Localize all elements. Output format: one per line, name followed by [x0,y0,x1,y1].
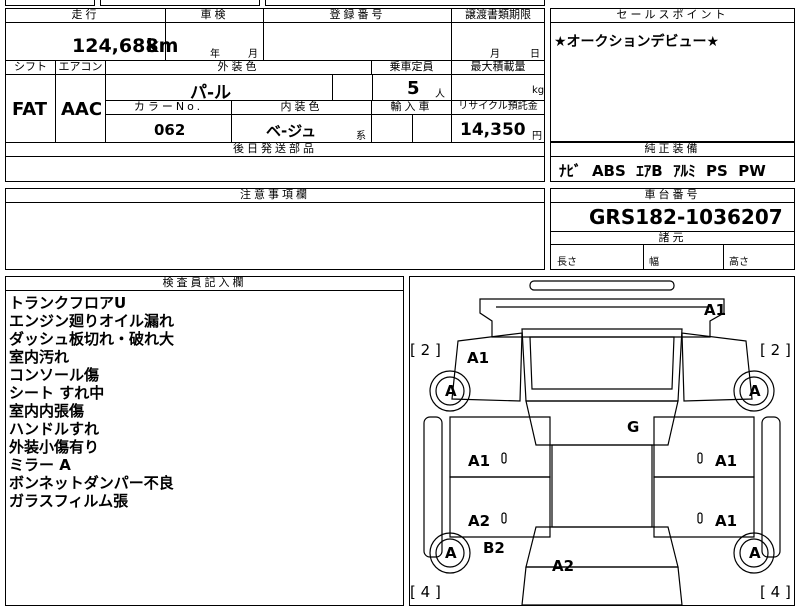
recycle-fee-cell: 14,350 円 [452,115,544,143]
factory-equipment-header: 純正装備 [551,143,794,157]
interior-color-value: ベ-ジュ [266,122,317,140]
mark-trunk: A2 [552,557,575,575]
later-parts-header: 後日発送部品 [6,143,544,157]
recycle-fee-value: 14,350 [460,120,526,140]
dimensions-row: 長さ 幅 高さ [551,245,794,269]
aircon-value: AAC [61,99,103,120]
chassis-header: 車台番号 [551,189,794,203]
shift-value: FAT [12,99,48,120]
chassis-value: GRS182-1036207 [589,205,783,229]
remark-item: ボンネットダンパー不良 [9,474,174,492]
inspection-header: 車検 [166,9,264,23]
dimension-height-label: 高さ [729,257,749,268]
factory-equipment-box: 純正装備 ﾅﾋﾞ ABS ｴｱB ｱﾙﾐ PS PW [550,142,795,182]
color-no-header: カラーNo. [106,101,232,115]
capacity-cell: 5 人 [372,75,452,101]
dimension-width-label: 幅 [649,257,659,268]
transfer-deadline-header: 譲渡書類期限 [452,9,544,23]
car-diagram-svg [423,280,781,605]
mark-wheel-front-left: A [445,382,457,400]
car-diagram-box: [ 2 ] [ 2 ] [ 4 ] [ 4 ] A1 A1 A A G A1 A… [409,276,795,606]
dimension-length-label: 長さ [557,257,577,268]
exterior-color-value: パ-ル [190,83,232,103]
transfer-deadline-cell: 月 日 [452,23,544,61]
remark-item: 室内汚れ [9,348,70,366]
color-no-value: 062 [154,121,186,139]
transfer-day-unit: 日 [530,49,540,60]
top-fragment-row [0,0,545,7]
shift-cell: FAT [6,75,56,143]
capacity-value: 5 [407,78,420,99]
remark-item: トランクフロアU [9,294,127,312]
interior-color-cell: ベ-ジュ 系 [232,115,372,143]
max-load-header: 最大積載量 [452,61,544,75]
tire-depth-rear-right: [ 4 ] [760,583,791,601]
import-car-cell [372,115,452,143]
transfer-month-unit: 月 [490,49,500,60]
remark-item: 外装小傷有り [9,438,100,456]
vehicle-info-table: 走行 車検 登録番号 譲渡書類期限 124,688 km 年 月 月 日 シフト… [5,8,545,182]
tire-depth-front-left: [ 2 ] [410,341,441,359]
registration-cell [264,23,452,61]
inspection-cell: 年 月 [166,23,264,61]
remark-item: ガラスフィルム張 [9,492,129,510]
remark-item: シート すれ中 [9,384,105,402]
remark-item: 室内内張傷 [9,402,85,420]
inspector-remarks-header: 検査員記入欄 [6,277,403,291]
registration-header: 登録番号 [264,9,452,23]
inspection-month-unit: 月 [248,49,258,60]
sales-point-text: ★オークションデビュー★ [554,34,720,50]
inspection-year-unit: 年 [210,49,220,60]
max-load-cell: kg [452,75,544,101]
recycle-fee-unit: 円 [532,131,542,142]
remark-item: ダッシュ板切れ・破れ大 [9,330,175,348]
mileage-cell: 124,688 km [6,23,178,61]
mark-wheel-front-right: A [749,382,761,400]
exterior-color-cell: パ-ル [106,75,372,103]
mark-door-rear-right: A1 [715,512,738,530]
capacity-header: 乗車定員 [372,61,452,75]
mark-fender-front-left: A1 [467,349,490,367]
shift-header: シフト [6,61,56,75]
later-parts-cell [6,157,544,181]
interior-color-suffix: 系 [356,131,366,142]
inspector-remarks-box: 検査員記入欄 トランクフロアU エンジン廻りオイル漏れ ダッシュ板切れ・破れ大 … [5,276,404,606]
dimensions-header: 諸元 [551,231,794,245]
mark-door-front-right: A1 [715,452,738,470]
tire-depth-front-right: [ 2 ] [760,341,791,359]
exterior-color-header: 外装色 [106,61,372,75]
import-car-header: 輸入車 [372,101,452,115]
mileage-header: 走行 [6,9,166,23]
mark-wheel-rear-right: A [749,544,761,562]
remark-item: ミラー A [9,456,71,474]
max-load-unit: kg [532,85,545,96]
notes-header: 注意事項欄 [6,189,544,203]
mark-bumper-front: A1 [704,301,727,319]
recycle-fee-header: リサイクル預託金 [452,101,544,115]
aircon-cell: AAC [56,75,106,143]
remark-item: エンジン廻りオイル漏れ [9,312,175,330]
chassis-box: 車台番号 GRS182-1036207 諸元 長さ 幅 高さ [550,188,795,270]
mark-door-front-left: A1 [468,452,491,470]
notes-box: 注意事項欄 [5,188,545,270]
mark-quarter-rear-left: B2 [483,539,505,557]
aircon-header: エアコン [56,61,106,75]
mark-glass: G [627,418,640,436]
interior-color-header: 内装色 [232,101,372,115]
inspector-remarks-list: トランクフロアU エンジン廻りオイル漏れ ダッシュ板切れ・破れ大 室内汚れ コン… [9,294,174,510]
mark-door-rear-left: A2 [468,512,491,530]
color-no-cell: 062 [106,115,232,143]
tire-depth-rear-left: [ 4 ] [410,583,441,601]
sales-point-header: セールスポイント [551,9,794,23]
capacity-unit: 人 [435,89,445,100]
mark-wheel-rear-left: A [445,544,457,562]
remark-item: ハンドルすれ [9,420,100,438]
factory-equipment-value: ﾅﾋﾞ ABS ｴｱB ｱﾙﾐ PS PW [559,162,766,180]
remark-item: コンソール傷 [9,366,100,384]
sales-point-box: セールスポイント ★オークションデビュー★ [550,8,795,142]
